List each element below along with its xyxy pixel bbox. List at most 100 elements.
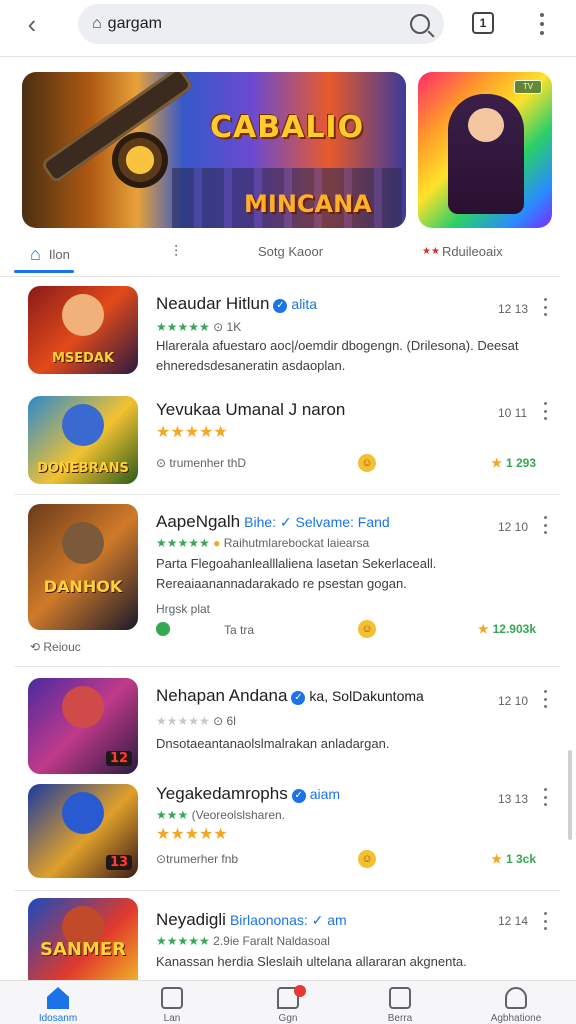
nav-profile[interactable]: Agbhatione xyxy=(476,987,556,1024)
emoji-icon: ☺ xyxy=(358,620,376,638)
app-title: Yegakedamrophs xyxy=(156,784,288,803)
timestamp: 12 14 xyxy=(498,914,529,928)
divider xyxy=(0,276,560,277)
more-options-icon[interactable] xyxy=(542,690,548,708)
rating-stars: ★★★★★ xyxy=(156,320,210,334)
thumbnail-label: DANHOK xyxy=(43,577,123,596)
overflow-menu-icon[interactable] xyxy=(532,10,552,38)
rating-count: 1K xyxy=(226,320,242,334)
app-name[interactable]: Neaudar Hitlun ✓ alita xyxy=(156,294,317,314)
app-description: Kanassan herdia Sleslaih ultelana allara… xyxy=(156,954,467,969)
verified-icon: ✓ xyxy=(291,789,306,803)
divider xyxy=(14,890,560,891)
app-title: Neaudar Hitlun xyxy=(156,294,270,313)
thumbnail-label: MSEDAK xyxy=(51,351,115,366)
emoji-icon: ☺ xyxy=(358,850,376,868)
rating-stars: ★★★★★ xyxy=(156,424,228,441)
timestamp: 10 11 xyxy=(498,406,528,420)
app-title: Neyadigli xyxy=(156,910,226,929)
bottom-navigation: Idosanm Lan Ggn Berra Agbhatione xyxy=(0,980,576,1024)
more-options-icon[interactable] xyxy=(542,402,548,420)
tab-recommended[interactable]: ★★ Rduileoaix xyxy=(422,244,503,259)
developer-label: ⊙ trumenher thD xyxy=(156,456,247,470)
nav-label: Agbhatione xyxy=(490,1013,542,1024)
nav-label: Idosanm xyxy=(38,1013,78,1024)
chart-icon: ⫶ xyxy=(174,244,179,261)
more-options-icon[interactable] xyxy=(542,912,548,930)
downloads-value: 1 3ck xyxy=(505,852,536,866)
app-thumbnail[interactable]: SANMER xyxy=(28,898,138,980)
app-title: Nehapan Andana xyxy=(156,686,288,705)
app-name[interactable]: Nehapan Andana ✓ ka, SolDakuntoma xyxy=(156,686,424,706)
app-thumbnail[interactable]: MSEDAK xyxy=(28,286,138,374)
rating-row-2: ★★★★★ xyxy=(156,824,228,844)
nav-games[interactable]: Lan xyxy=(132,987,212,1024)
rating-row: ★★★★★ xyxy=(156,422,228,442)
rating-row: ★★★★★ 2.9ie Faralt Naldasoal xyxy=(156,934,330,948)
play-icon xyxy=(156,622,170,636)
category-tabs: ⌂ Ilon ⫶ Sotg Kaoor ★★ Rduileoaix xyxy=(0,232,576,276)
timestamp: 12 10 xyxy=(498,520,529,534)
rating-text: (Veoreolslsharen. xyxy=(191,808,286,822)
app-thumbnail[interactable]: DONEBRANS xyxy=(28,396,138,484)
star-icon: ★ xyxy=(491,456,502,470)
more-options-icon[interactable] xyxy=(542,516,548,534)
app-name[interactable]: Yevukaa Umanal J naron xyxy=(156,400,345,420)
active-tab-indicator xyxy=(14,270,74,273)
reviews-icon: ⊙ xyxy=(213,320,224,334)
nav-messages[interactable]: Ggn xyxy=(248,985,328,1024)
app-footer: ⊙trumerher fnb ☺ ★ 1 3ck xyxy=(156,850,536,872)
downloads-count: ★ 1 293 xyxy=(491,456,536,470)
nav-home[interactable]: Idosanm xyxy=(18,987,98,1024)
edit-icon xyxy=(389,987,411,1009)
side-banner[interactable]: TV xyxy=(418,72,552,228)
app-name[interactable]: Yegakedamrophs ✓ aiam xyxy=(156,784,340,804)
nav-label: Ggn xyxy=(278,1013,298,1024)
thumbnail-label: 12 xyxy=(106,751,132,766)
nav-label: Berra xyxy=(387,1013,413,1024)
timestamp: 13 13 xyxy=(498,792,529,806)
back-arrow-icon[interactable]: ‹ xyxy=(18,9,46,39)
rating-stars: ★★★★★ xyxy=(156,536,210,550)
rating-row: ★★★★★ ⊙ 1K xyxy=(156,320,241,334)
app-thumbnail[interactable]: 13 xyxy=(28,784,138,878)
more-options-icon[interactable] xyxy=(542,788,548,806)
featured-banner[interactable]: CABALIO MINCANA xyxy=(22,72,406,228)
downloads-count: ★ 12.903k xyxy=(478,622,536,636)
app-thumbnail[interactable]: DANHOK xyxy=(28,504,138,630)
character-art xyxy=(62,522,104,564)
app-description: Hlarerala afuestaro aoc|/oemdir dbogengn… xyxy=(156,338,519,373)
install-text: Ta tra xyxy=(224,623,255,637)
more-options-icon[interactable] xyxy=(542,298,548,316)
star-icon: ★ xyxy=(491,852,502,866)
tab-home[interactable]: ⌂ Ilon xyxy=(30,244,70,265)
rating-stars: ★★★★★ xyxy=(156,826,228,843)
banner-subtitle: MINCANA xyxy=(244,190,372,218)
verified-icon: ✓ xyxy=(273,299,288,313)
rating-count: 6l xyxy=(226,714,236,728)
rating-row: ★★★ (Veoreolslsharen. xyxy=(156,808,285,822)
character-art xyxy=(62,686,104,728)
rating-stars: ★★★★★ xyxy=(156,934,210,948)
verified-icon: ✓ xyxy=(291,691,306,705)
search-icon[interactable] xyxy=(410,14,430,34)
app-name[interactable]: AapeNgalh Bihe: ✓ Selvame: Fand xyxy=(156,512,390,532)
app-name[interactable]: Neyadigli Birlaononas: ✓ am xyxy=(156,910,347,930)
search-field[interactable]: ⌂ gargam xyxy=(78,4,444,44)
tabs-count-button[interactable]: 1 xyxy=(472,12,494,34)
thumbnail-label: DONEBRANS xyxy=(37,461,129,476)
tab-categories[interactable]: Sotg Kaoor xyxy=(258,244,323,259)
app-thumbnail[interactable]: 12 xyxy=(28,678,138,774)
app-footer: Ta tra ☺ ★ 12.903k xyxy=(156,620,536,642)
app-tag: ka, SolDakuntoma xyxy=(309,688,424,704)
nav-library[interactable]: Berra xyxy=(360,987,440,1024)
scrollbar[interactable] xyxy=(568,750,572,840)
downloads-value: 12.903k xyxy=(492,622,536,636)
tab-label: Rduileoaix xyxy=(441,244,503,259)
tab-top-charts[interactable]: ⫶ xyxy=(174,244,186,262)
downloads-value: 1 293 xyxy=(505,456,536,470)
nav-label: Lan xyxy=(163,1013,181,1024)
search-query[interactable]: gargam xyxy=(108,15,410,33)
top-app-bar: ‹ ⌂ gargam 1 xyxy=(0,0,576,56)
rating-row: ★★★★★ ● Raihutmlarebockat laiearsa xyxy=(156,536,369,550)
